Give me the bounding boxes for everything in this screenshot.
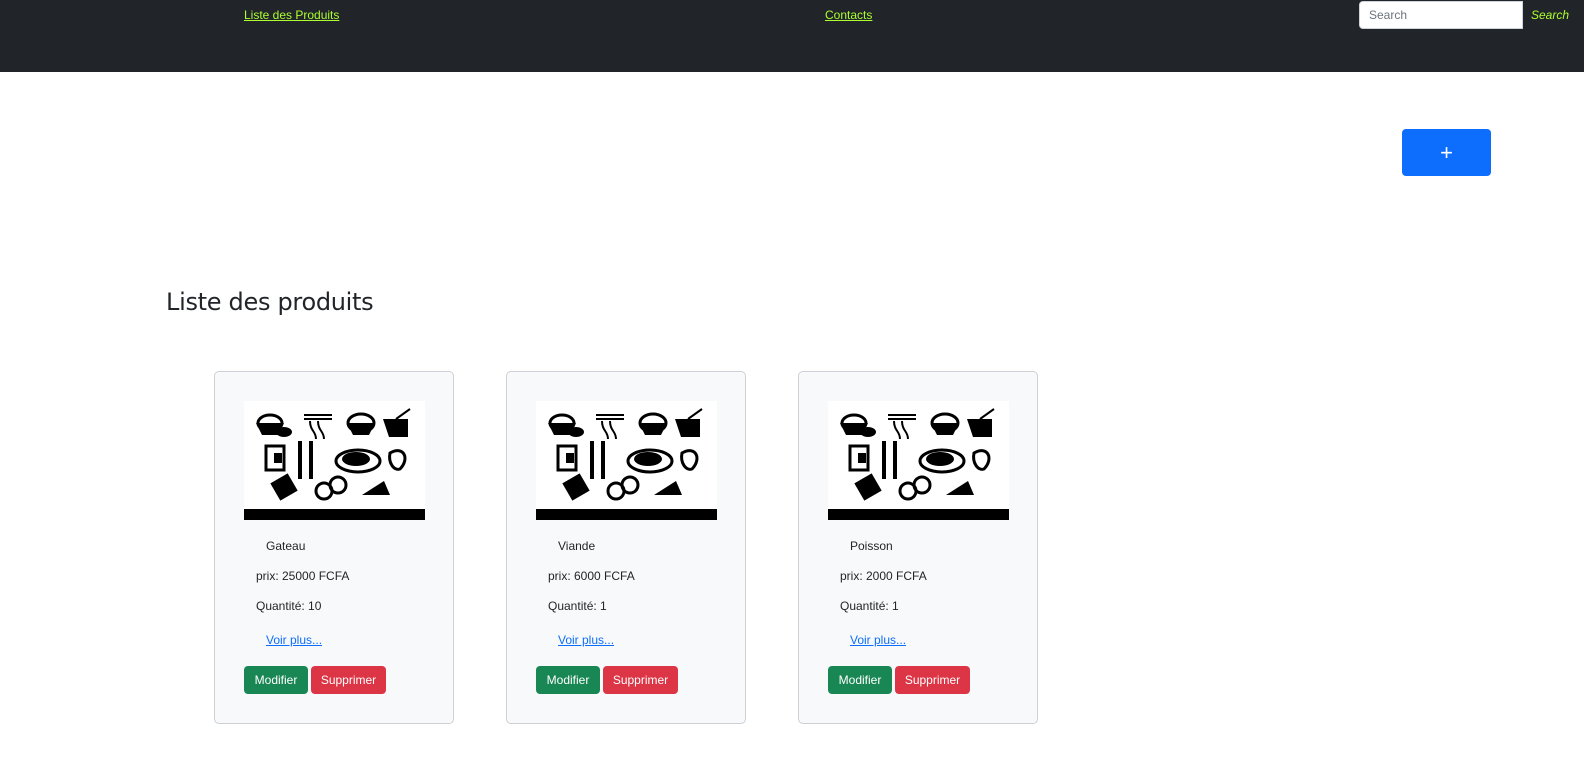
product-quantity: Quantité: 10 — [256, 599, 322, 613]
food-illustration-icon — [536, 401, 717, 520]
delete-button[interactable]: Supprimer — [895, 666, 970, 694]
product-price: prix: 25000 FCFA — [256, 569, 350, 583]
product-quantity: Quantité: 1 — [548, 599, 607, 613]
edit-button[interactable]: Modifier — [244, 666, 308, 694]
view-more-link[interactable]: Voir plus... — [558, 633, 614, 647]
product-name: Gateau — [266, 539, 306, 553]
edit-button[interactable]: Modifier — [828, 666, 892, 694]
product-card: Gateau prix: 25000 FCFA Quantité: 10 Voi… — [214, 371, 454, 724]
nav-link-contacts[interactable]: Contacts — [825, 8, 872, 22]
food-illustration-icon — [828, 401, 1009, 520]
view-more-link[interactable]: Voir plus... — [850, 633, 906, 647]
page-title: Liste des produits — [166, 288, 374, 316]
search-input[interactable] — [1359, 1, 1523, 29]
food-illustration-icon — [244, 401, 425, 520]
product-image — [828, 401, 1009, 520]
add-product-button[interactable]: + — [1402, 129, 1491, 176]
delete-button[interactable]: Supprimer — [311, 666, 386, 694]
product-image — [244, 401, 425, 520]
product-card: Poisson prix: 2000 FCFA Quantité: 1 Voir… — [798, 371, 1038, 724]
product-image — [536, 401, 717, 520]
delete-button[interactable]: Supprimer — [603, 666, 678, 694]
product-name: Viande — [558, 539, 596, 553]
view-more-link[interactable]: Voir plus... — [266, 633, 322, 647]
product-price: prix: 6000 FCFA — [548, 569, 635, 583]
edit-button[interactable]: Modifier — [536, 666, 600, 694]
search-button[interactable]: Search — [1523, 1, 1584, 29]
top-navbar: Liste des Produits Contacts Search — [0, 0, 1584, 72]
nav-link-products[interactable]: Liste des Produits — [244, 8, 339, 22]
product-card: Viande prix: 6000 FCFA Quantité: 1 Voir … — [506, 371, 746, 724]
product-quantity: Quantité: 1 — [840, 599, 899, 613]
product-name: Poisson — [850, 539, 893, 553]
product-price: prix: 2000 FCFA — [840, 569, 927, 583]
